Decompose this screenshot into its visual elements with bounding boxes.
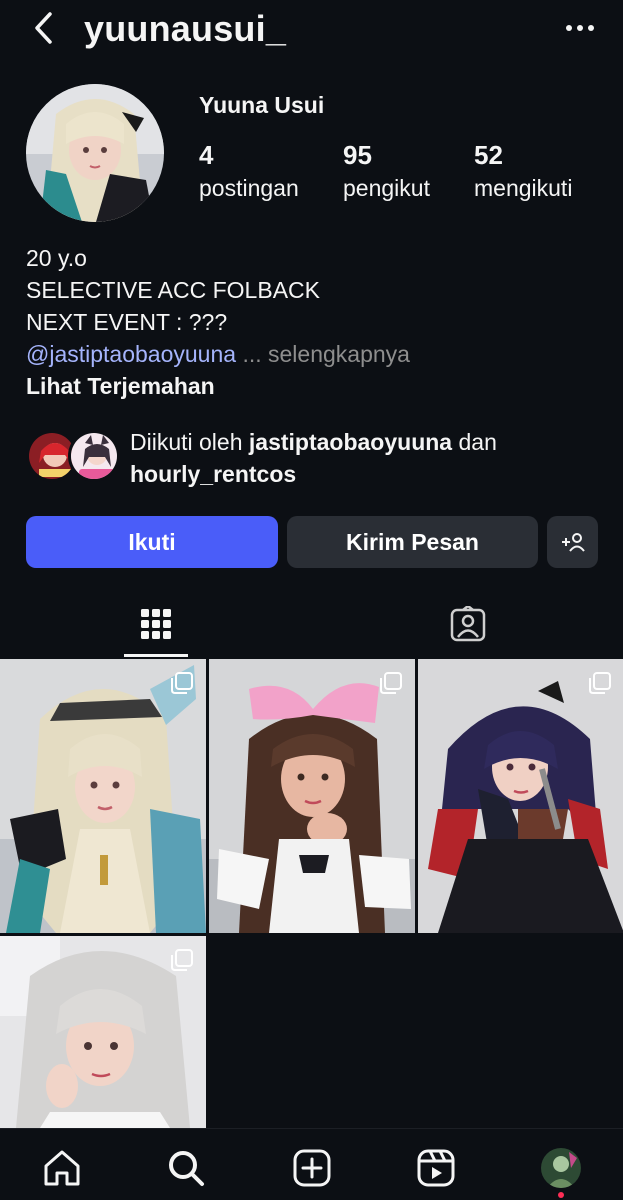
nav-create[interactable] bbox=[291, 1147, 333, 1189]
tab-posts-grid[interactable] bbox=[106, 590, 206, 658]
profile-avatar[interactable] bbox=[26, 84, 164, 222]
carousel-icon bbox=[171, 672, 193, 694]
following-label: mengikuti bbox=[474, 175, 573, 201]
chevron-left-icon bbox=[35, 12, 52, 44]
followed-user-link[interactable]: hourly_rentcos bbox=[130, 461, 296, 487]
search-icon bbox=[169, 1151, 204, 1186]
following-count: 52 bbox=[474, 140, 503, 170]
followers-count: 95 bbox=[343, 140, 372, 170]
stat-followers[interactable]: 95 pengikut bbox=[343, 138, 430, 204]
followed-by-text: Diikuti oleh jastiptaobaoyuuna dan hourl… bbox=[130, 426, 497, 490]
display-name: Yuuna Usui bbox=[199, 92, 325, 118]
back-button[interactable] bbox=[30, 10, 60, 46]
stat-posts[interactable]: 4 postingan bbox=[199, 138, 299, 204]
profile-tabs bbox=[0, 590, 623, 658]
bio-line: NEXT EVENT : ??? bbox=[26, 309, 228, 335]
suggested-users-button[interactable] bbox=[547, 516, 598, 568]
carousel-icon bbox=[380, 672, 402, 694]
carousel-icon bbox=[171, 949, 193, 971]
tagged-person-icon bbox=[450, 606, 486, 642]
follower-avatar bbox=[68, 430, 120, 482]
see-translation-link[interactable]: Lihat Terjemahan bbox=[26, 370, 410, 402]
bio-mention-link[interactable]: @jastiptaobaoyuuna bbox=[26, 341, 236, 367]
more-options-button[interactable] bbox=[563, 14, 597, 42]
follow-button[interactable]: Ikuti bbox=[26, 516, 278, 568]
more-horizontal-icon bbox=[566, 25, 594, 31]
top-bar: yuunausui_ bbox=[0, 0, 623, 60]
add-person-icon bbox=[561, 533, 585, 552]
home-icon bbox=[44, 1150, 80, 1186]
see-more-link[interactable]: ... selengkapnya bbox=[242, 341, 410, 367]
followed-by-conjunction: dan bbox=[458, 429, 497, 455]
bottom-navigation bbox=[0, 1128, 623, 1200]
nav-reels[interactable] bbox=[415, 1147, 457, 1189]
nav-home[interactable] bbox=[41, 1147, 83, 1189]
post-thumbnail[interactable] bbox=[0, 936, 206, 1128]
profile-username: yuunausui_ bbox=[84, 8, 287, 49]
profile-bio: 20 y.o SELECTIVE ACC FOLBACK NEXT EVENT … bbox=[26, 242, 410, 402]
tab-tagged[interactable] bbox=[418, 590, 518, 658]
carousel-icon bbox=[589, 672, 611, 694]
nav-search[interactable] bbox=[165, 1147, 207, 1189]
create-post-icon bbox=[293, 1149, 331, 1187]
bio-line: SELECTIVE ACC FOLBACK bbox=[26, 277, 320, 303]
notification-dot bbox=[558, 1192, 564, 1198]
post-thumbnail[interactable] bbox=[418, 659, 623, 933]
send-message-button[interactable]: Kirim Pesan bbox=[287, 516, 538, 568]
grid-icon bbox=[141, 609, 171, 639]
posts-label: postingan bbox=[199, 175, 299, 201]
bio-line: 20 y.o bbox=[26, 245, 87, 271]
profile-screen: yuunausui_ Yuuna Usui 4 postingan 95 pen… bbox=[0, 0, 623, 1200]
post-thumbnail[interactable] bbox=[0, 659, 206, 933]
active-tab-indicator bbox=[124, 654, 188, 657]
stat-following[interactable]: 52 mengikuti bbox=[474, 138, 572, 204]
bio-mention-line: @jastiptaobaoyuuna ... selengkapnya bbox=[26, 338, 410, 370]
reels-icon bbox=[417, 1149, 455, 1187]
followed-user-link[interactable]: jastiptaobaoyuuna bbox=[249, 429, 452, 455]
followed-by-prefix: Diikuti oleh bbox=[130, 429, 243, 455]
profile-avatar-small bbox=[541, 1148, 581, 1188]
followed-by[interactable]: Diikuti oleh jastiptaobaoyuuna dan hourl… bbox=[26, 424, 616, 488]
followers-label: pengikut bbox=[343, 175, 430, 201]
post-thumbnail[interactable] bbox=[209, 659, 415, 933]
nav-profile[interactable] bbox=[540, 1147, 582, 1189]
posts-count: 4 bbox=[199, 140, 214, 170]
